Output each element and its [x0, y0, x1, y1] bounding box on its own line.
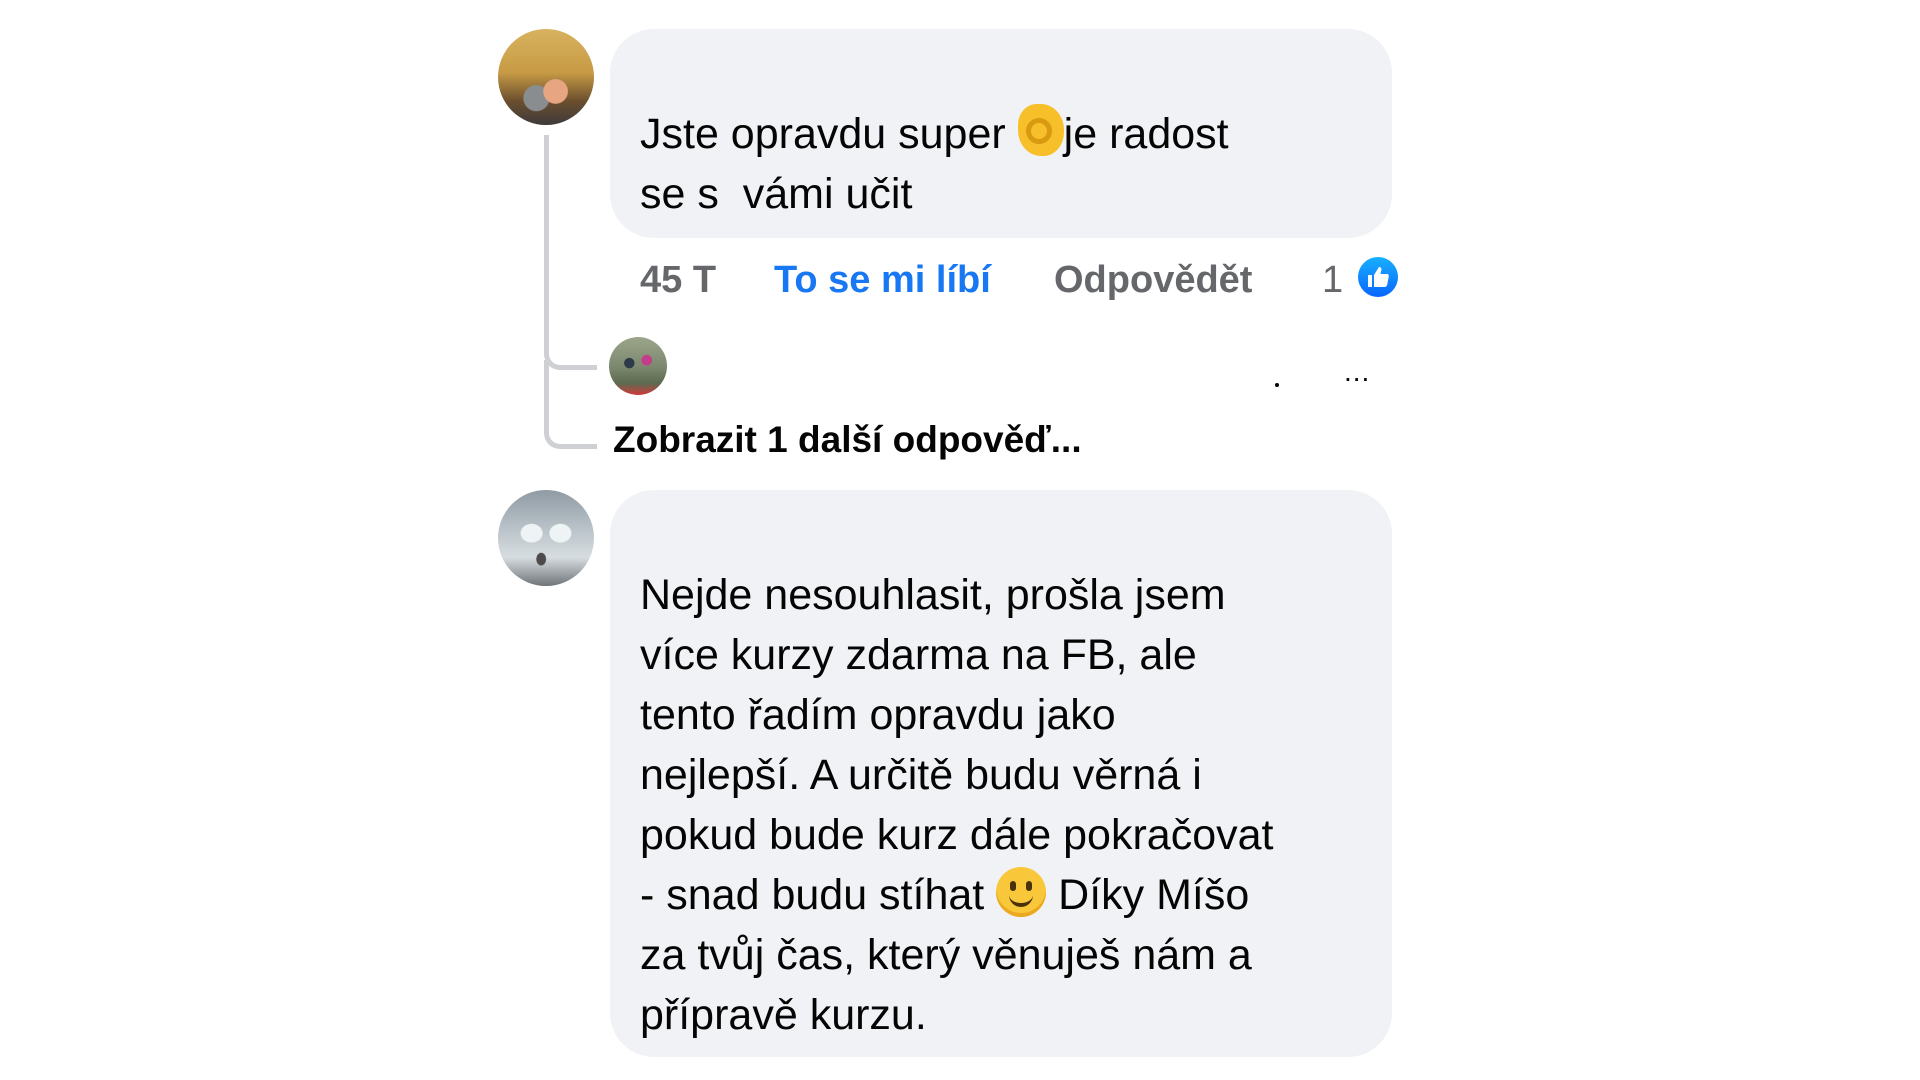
reply-preview-text[interactable]: ...: [1344, 356, 1370, 388]
comment-text: Jste opravdu super je radost se s vámi u…: [640, 104, 1362, 224]
ok-hand-emoji-icon: [1017, 104, 1064, 156]
comment-bubble[interactable]: Jste opravdu super je radost se s vámi u…: [610, 29, 1392, 238]
reply-author-avatar[interactable]: [609, 337, 667, 395]
reply-preview-fragment: [1275, 383, 1279, 387]
comment-text-part: Nejde nesouhlasit, prošla jsem více kurz…: [640, 571, 1274, 919]
reply-thread-connector: [544, 135, 597, 370]
comment-text: Nejde nesouhlasit, prošla jsem více kurz…: [640, 565, 1362, 1045]
comment-timestamp[interactable]: 45 T: [640, 258, 716, 302]
reaction-count[interactable]: 1: [1322, 258, 1343, 302]
smiling-face-emoji-icon: [996, 867, 1047, 917]
commenter-avatar[interactable]: [498, 29, 594, 125]
more-replies-thread-connector: [544, 360, 597, 449]
like-reaction-icon[interactable]: [1358, 257, 1398, 297]
reply-button[interactable]: Odpovědět: [1054, 258, 1252, 302]
show-more-replies-link[interactable]: Zobrazit 1 další odpověď...: [613, 418, 1082, 462]
comment-text-part: Jste opravdu super: [640, 110, 1018, 158]
comment-bubble[interactable]: Nejde nesouhlasit, prošla jsem více kurz…: [610, 490, 1392, 1057]
commenter-avatar[interactable]: [498, 490, 594, 586]
like-button[interactable]: To se mi líbí: [774, 258, 991, 302]
